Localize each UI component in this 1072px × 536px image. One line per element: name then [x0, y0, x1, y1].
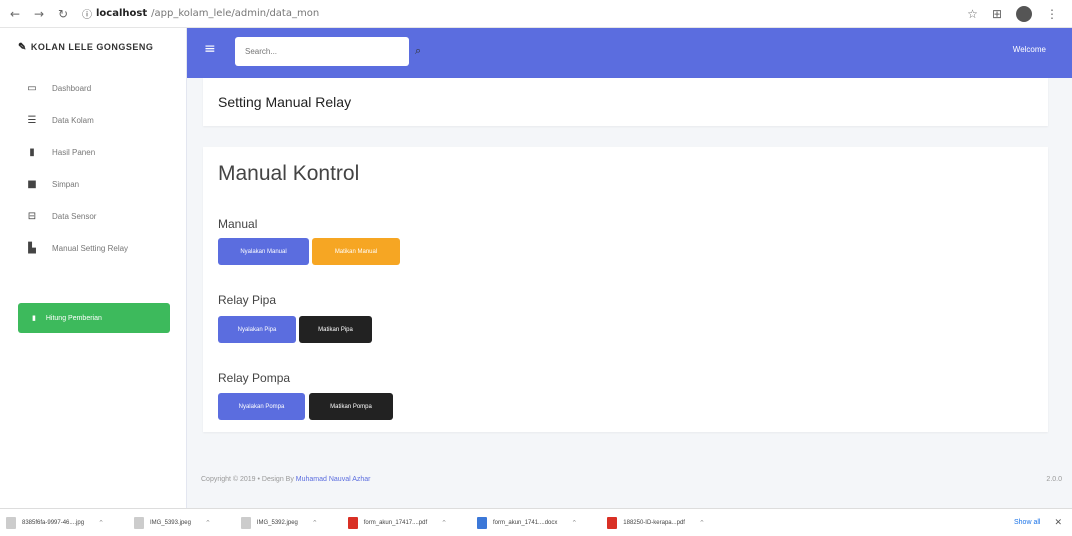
- download-bar: 8385f6fa-9997-46....jpg ⌃ IMG_5393.jpeg …: [0, 508, 1072, 536]
- section-label-relay-pompa: Relay Pompa: [218, 371, 291, 385]
- download-item[interactable]: 188250-ID-kerapa...pdf ⌃: [607, 516, 705, 529]
- reload-icon[interactable]: ↻: [54, 5, 72, 23]
- download-item[interactable]: 8385f6fa-9997-46....jpg ⌃: [6, 516, 104, 529]
- image-file-icon: [6, 516, 16, 529]
- url-host: localhost: [96, 8, 148, 19]
- manual-control-card: Manual Kontrol Manual Nyalakan Manual Ma…: [203, 147, 1048, 432]
- image-file-icon: [133, 516, 144, 529]
- welcome-text[interactable]: Welcome: [1013, 45, 1046, 54]
- download-item[interactable]: IMG_5393.jpeg ⌃: [133, 516, 211, 529]
- sidebar-item-label: Simpan: [52, 179, 80, 189]
- sidebar-item-data-kolam[interactable]: ☰ Data Kolam: [0, 104, 186, 136]
- star-icon[interactable]: ☆: [967, 7, 978, 21]
- page-header-card: Setting Manual Relay: [203, 78, 1048, 126]
- sidebar-item-label: Data Kolam: [52, 115, 94, 125]
- section-label-relay-pipa: Relay Pipa: [218, 293, 277, 307]
- topbar: ≡ ⌕ Welcome: [187, 28, 1072, 78]
- footer: Copyright © 2019 • Design By Muhamad Nau…: [187, 470, 1072, 492]
- brand[interactable]: ✎ KOLAN LELE GONGSENG: [0, 28, 186, 66]
- info-icon: ⓘ: [82, 10, 92, 21]
- browser-menu-icon[interactable]: ⋮: [1046, 7, 1058, 21]
- author-link[interactable]: Muhamad Nauval Azhar: [296, 476, 371, 483]
- copyright-prefix: Copyright © 2019 • Design By: [201, 476, 294, 483]
- pdf-file-icon: [347, 516, 358, 529]
- chevron-up-icon[interactable]: ⌃: [571, 519, 577, 527]
- copyright-text: Copyright © 2019 • Design By Muhamad Nau…: [201, 476, 371, 483]
- sidebar-item-label: Dashboard: [52, 83, 92, 93]
- address-bar[interactable]: ⓘ localhost/app_kolam_lele/admin/data_mo…: [82, 6, 319, 21]
- sidebar-item-simpan[interactable]: ■ Simpan: [0, 168, 186, 200]
- url-path: /app_kolam_lele/admin/data_mon: [151, 8, 320, 19]
- chevron-up-icon[interactable]: ⌃: [205, 519, 211, 527]
- card-title: Manual Kontrol: [218, 162, 360, 185]
- print-icon: ⊟: [27, 210, 37, 222]
- search-icon[interactable]: ⌕: [415, 44, 421, 58]
- sidebar-item-label: Data Sensor: [52, 211, 97, 221]
- matikan-pipa-button[interactable]: Matikan Pipa: [299, 316, 372, 343]
- matikan-manual-button[interactable]: Matikan Manual: [312, 238, 400, 265]
- close-icon[interactable]: ✕: [1054, 518, 1062, 528]
- version-text: 2.0.0: [1046, 476, 1062, 483]
- forward-arrow-icon[interactable]: →: [30, 5, 48, 23]
- show-all-link[interactable]: Show all: [1014, 519, 1040, 526]
- search-input[interactable]: [235, 37, 409, 66]
- bottle-icon: ▮: [32, 315, 36, 322]
- hitung-pemberian-label: Hitung Pemberian: [45, 314, 102, 322]
- sidebar-item-hasil-panen[interactable]: ▮ Hasil Panen: [0, 136, 186, 168]
- monitor-icon: ▭: [27, 82, 37, 94]
- download-name: IMG_5392.jpeg: [256, 519, 298, 526]
- profile-avatar[interactable]: [1016, 5, 1032, 22]
- download-name: 188250-ID-kerapa...pdf: [623, 519, 685, 526]
- list-icon: ☰: [27, 114, 37, 126]
- page-title: Setting Manual Relay: [218, 94, 352, 110]
- square-icon: ■: [27, 178, 37, 190]
- chart-icon: ▙: [28, 242, 36, 254]
- download-name: form_akun_1741....docx: [493, 519, 558, 526]
- sidebar-item-label: Manual Setting Relay: [52, 243, 129, 253]
- download-item[interactable]: IMG_5392.jpeg ⌃: [240, 516, 318, 529]
- pdf-file-icon: [607, 516, 618, 529]
- brand-name: KOLAN LELE GONGSENG: [30, 42, 154, 52]
- section-label-manual: Manual: [218, 217, 258, 231]
- sidebar-item-dashboard[interactable]: ▭ Dashboard: [0, 72, 186, 104]
- chevron-up-icon[interactable]: ⌃: [98, 519, 104, 527]
- download-name: form_akun_17417....pdf: [363, 519, 428, 526]
- extension-icon[interactable]: ⊞: [992, 7, 1002, 21]
- sidebar-item-data-sensor[interactable]: ⊟ Data Sensor: [0, 200, 186, 232]
- fish-logo-icon: ✎: [18, 41, 27, 53]
- bookmark-icon: ▮: [29, 146, 35, 158]
- doc-file-icon: [477, 516, 488, 529]
- download-item[interactable]: form_akun_1741....docx ⌃: [477, 516, 577, 529]
- chevron-up-icon[interactable]: ⌃: [699, 519, 705, 527]
- sidebar: ✎ KOLAN LELE GONGSENG ▭ Dashboard ☰ Data…: [0, 28, 187, 508]
- back-arrow-icon[interactable]: ←: [6, 5, 24, 23]
- chevron-up-icon[interactable]: ⌃: [312, 519, 318, 527]
- menu-toggle-icon[interactable]: ≡: [204, 41, 216, 57]
- download-name: IMG_5393.jpeg: [149, 519, 191, 526]
- download-name: 8385f6fa-9997-46....jpg: [22, 519, 85, 526]
- chevron-up-icon[interactable]: ⌃: [441, 519, 447, 527]
- browser-toolbar: ← → ↻ ⓘ localhost/app_kolam_lele/admin/d…: [0, 0, 1072, 28]
- download-item[interactable]: form_akun_17417....pdf ⌃: [347, 516, 447, 529]
- nyalakan-pompa-button[interactable]: Nyalakan Pompa: [218, 393, 305, 420]
- image-file-icon: [240, 516, 251, 529]
- nyalakan-pipa-button[interactable]: Nyalakan Pipa: [218, 316, 296, 343]
- sidebar-item-label: Hasil Panen: [52, 147, 96, 157]
- sidebar-item-manual-setting-relay[interactable]: ▙ Manual Setting Relay: [0, 232, 186, 264]
- nyalakan-manual-button[interactable]: Nyalakan Manual: [218, 238, 309, 265]
- hitung-pemberian-button[interactable]: ▮ Hitung Pemberian: [18, 303, 170, 333]
- matikan-pompa-button[interactable]: Matikan Pompa: [309, 393, 393, 420]
